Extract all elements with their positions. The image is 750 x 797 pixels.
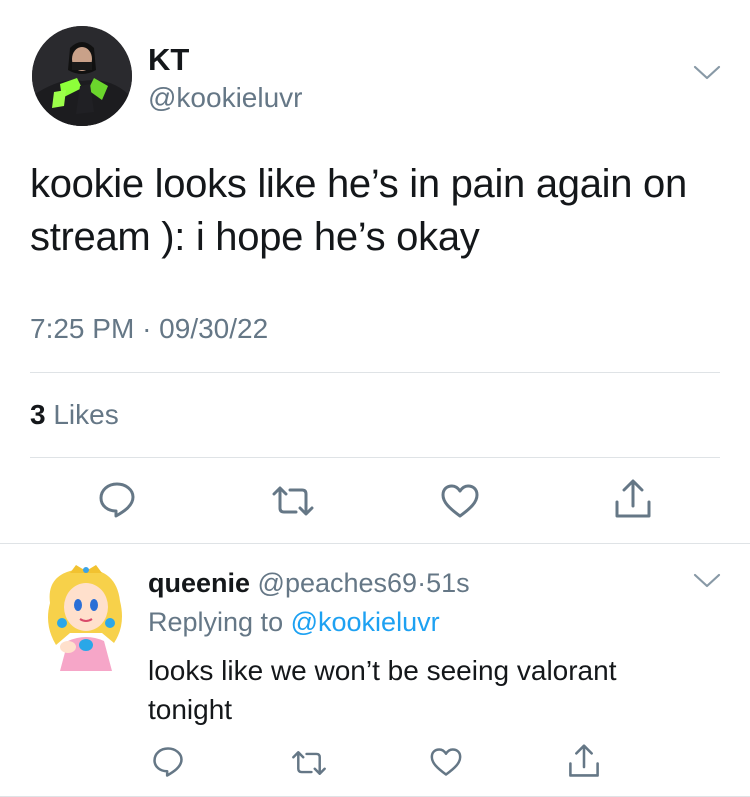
chevron-down-icon[interactable] [693, 572, 721, 590]
replying-to-label: Replying to [148, 607, 284, 637]
share-button[interactable] [613, 478, 653, 520]
retweet-icon [292, 751, 326, 775]
avatar-image [40, 563, 132, 673]
retweet-button[interactable] [290, 749, 328, 777]
reply-header: queenie @peaches69·51s [148, 566, 470, 600]
tweet-timestamp: 7:25 PM · 09/30/22 [30, 312, 268, 346]
reply-user-handle[interactable]: @peaches69 [258, 568, 418, 598]
likes-label: Likes [53, 399, 119, 430]
retweet-button[interactable] [270, 484, 316, 518]
share-icon [615, 479, 651, 518]
reply-icon [99, 482, 135, 518]
reply-avatar[interactable] [40, 563, 132, 673]
divider [30, 372, 720, 373]
reply-button[interactable] [98, 481, 136, 519]
reply-button[interactable] [152, 746, 184, 778]
like-button[interactable] [429, 747, 463, 777]
tweet-text: kookie looks like he’s in pain again on … [30, 162, 687, 259]
share-button[interactable] [567, 743, 601, 779]
user-handle[interactable]: @kookieluvr [148, 82, 302, 114]
like-icon [441, 484, 479, 518]
tweet-time: 7:25 PM [30, 313, 135, 344]
reply-text: looks like we won’t be seeing valorant t… [148, 655, 617, 725]
section-divider [0, 543, 750, 544]
replying-to: Replying to @kookieluvr [148, 605, 440, 639]
separator-dot: · [142, 313, 152, 344]
reply-icon [153, 747, 183, 777]
avatar-image [32, 26, 132, 126]
reply-time: 51s [426, 568, 470, 598]
like-icon [430, 748, 462, 776]
replying-to-mention[interactable]: @kookieluvr [291, 607, 440, 637]
likes-count: 3 [30, 399, 46, 430]
retweet-icon [272, 486, 314, 516]
like-button[interactable] [440, 483, 480, 519]
share-icon [569, 744, 599, 777]
reply-display-name[interactable]: queenie [148, 568, 250, 598]
avatar[interactable] [32, 26, 132, 126]
divider [30, 457, 720, 458]
separator-dot: · [417, 568, 427, 598]
likes-summary[interactable]: 3 Likes [30, 398, 119, 432]
tweet-date: 09/30/22 [159, 313, 269, 344]
chevron-down-icon[interactable] [693, 64, 721, 82]
display-name[interactable]: KT [148, 42, 189, 78]
